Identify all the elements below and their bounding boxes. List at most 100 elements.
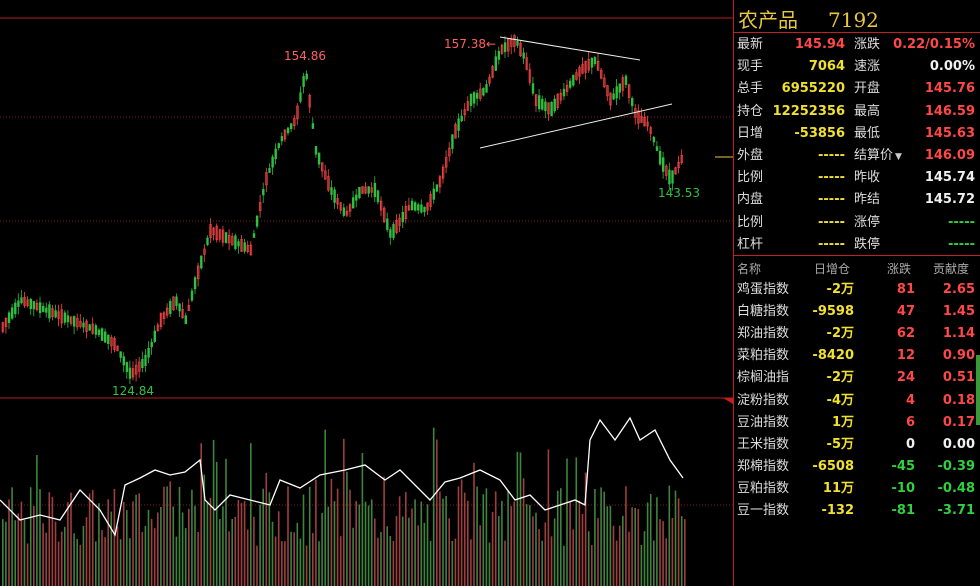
quote-value: 0.00% xyxy=(929,59,975,75)
constituent-name: 淀粉指数 xyxy=(737,392,790,408)
divider-marker xyxy=(723,398,733,404)
constituent-name: 鸡蛋指数 xyxy=(737,282,790,297)
volume-bars xyxy=(2,427,686,586)
quote-value: ----- xyxy=(948,236,975,252)
constituent-change: 6 xyxy=(905,414,915,430)
quote-label: 最低 xyxy=(854,125,881,141)
quote-right-row: 最低 145.63 xyxy=(851,123,978,145)
quote-value: ----- xyxy=(818,236,845,252)
quote-right-row: 涨停 ----- xyxy=(851,212,978,234)
constituent-change: 81 xyxy=(896,282,915,297)
quote-left-row: 比例 ----- xyxy=(734,167,850,189)
label-mid-high: 154.86 xyxy=(284,49,326,63)
list-item[interactable]: 王米指数 -5万 0 0.00 xyxy=(734,434,980,456)
constituent-change: 0 xyxy=(905,436,915,452)
quote-value: ----- xyxy=(818,214,845,230)
quote-left-row: 现手 7064 xyxy=(734,56,850,78)
quote-label: 结算价 ▼ xyxy=(854,148,902,163)
label-high: 157.38← xyxy=(444,37,496,51)
quote-value: -53856 xyxy=(794,125,845,141)
col-header-name[interactable]: 名称 xyxy=(737,260,761,277)
instrument-title: 农产品 7192 xyxy=(738,4,879,33)
constituent-oi: -132 xyxy=(821,503,854,518)
candlestick-chart[interactable]: 157.38← 154.86 124.84 143.53 xyxy=(0,0,733,586)
list-item[interactable]: 豆粕指数 11万 -10 -0.48 xyxy=(734,478,980,500)
constituent-name: 豆油指数 xyxy=(737,414,790,430)
constituent-contribution: -3.71 xyxy=(937,503,975,518)
quote-label: 跌停 xyxy=(854,236,881,252)
constituent-name: 菜粕指数 xyxy=(737,348,790,364)
quote-right-row: 涨跌 0.22/0.15% xyxy=(851,34,978,56)
quote-left-row: 日增 -53856 xyxy=(734,123,850,145)
triangle-trendlines xyxy=(479,36,673,149)
list-item[interactable]: 豆油指数 1万 6 0.17 xyxy=(734,412,980,434)
constituent-change: 4 xyxy=(905,392,915,408)
quote-value: 145.94 xyxy=(794,37,845,52)
quote-label: 速涨 xyxy=(854,59,881,75)
list-item[interactable]: 鸡蛋指数 -2万 81 2.65 xyxy=(734,279,980,301)
constituent-name: 王米指数 xyxy=(737,436,790,452)
scrollbar-thumb[interactable] xyxy=(976,355,980,425)
quote-label: 持仓 xyxy=(737,103,764,119)
quote-value: 145.74 xyxy=(924,170,975,186)
constituent-name: 棕榈油指 xyxy=(737,370,790,386)
quote-label: 现手 xyxy=(737,59,764,75)
constituent-name: 郑棉指数 xyxy=(737,458,790,474)
constituent-contribution: 0.51 xyxy=(942,370,975,386)
quote-value: ----- xyxy=(948,214,975,230)
constituent-change: 12 xyxy=(896,348,915,364)
quote-label: 日增 xyxy=(737,125,764,141)
constituent-oi: -6508 xyxy=(812,458,854,474)
open-interest-line xyxy=(0,416,684,537)
quote-value: 145.76 xyxy=(924,81,975,97)
constituent-oi: -8420 xyxy=(812,348,854,364)
quote-label: 比例 xyxy=(737,214,764,230)
list-item[interactable]: 白糖指数 -9598 47 1.45 xyxy=(734,301,980,323)
quote-label: 内盘 xyxy=(737,192,764,208)
col-header-oi[interactable]: 日增仓 xyxy=(814,260,850,277)
quote-left-row: 外盘 ----- xyxy=(734,145,850,167)
constituent-oi: -2万 xyxy=(826,282,854,297)
chevron-down-icon[interactable]: ▼ xyxy=(895,152,902,162)
constituent-oi: -4万 xyxy=(826,392,854,408)
list-item[interactable]: 棕榈油指 -2万 24 0.51 xyxy=(734,367,980,389)
list-item[interactable]: 淀粉指数 -4万 4 0.18 xyxy=(734,390,980,412)
constituent-name: 白糖指数 xyxy=(737,304,790,320)
quote-label: 比例 xyxy=(737,170,764,186)
quote-label: 涨停 xyxy=(854,214,881,230)
list-item[interactable]: 郑棉指数 -6508 -45 -0.39 xyxy=(734,456,980,478)
label-low: 124.84 xyxy=(112,384,154,398)
quote-label: 昨收 xyxy=(854,170,881,186)
list-item[interactable]: 郑油指数 -2万 62 1.14 xyxy=(734,323,980,345)
constituent-name: 豆粕指数 xyxy=(737,480,790,496)
constituent-oi: -2万 xyxy=(826,370,854,386)
quote-right-row: 昨结 145.72 xyxy=(851,189,978,211)
quote-value: ----- xyxy=(818,192,845,208)
quote-label: 最新 xyxy=(737,37,764,52)
col-header-contribution[interactable]: 贡献度 xyxy=(933,260,969,277)
quote-value: 145.63 xyxy=(924,125,975,141)
constituent-change: 24 xyxy=(896,370,915,386)
list-item[interactable]: 豆一指数 -132 -81 -3.71 xyxy=(734,500,980,522)
quote-right-row: 开盘 145.76 xyxy=(851,78,978,100)
quote-label: 最高 xyxy=(854,103,881,119)
instrument-code: 7192 xyxy=(828,8,879,32)
quote-value: ----- xyxy=(818,170,845,186)
constituent-change: 47 xyxy=(896,304,915,320)
quote-label: 杠杆 xyxy=(737,236,764,252)
constituent-oi: -5万 xyxy=(826,436,854,452)
constituent-contribution: -0.39 xyxy=(937,458,975,474)
constituent-change: -10 xyxy=(891,480,916,496)
constituent-oi: -9598 xyxy=(812,304,854,320)
col-header-change[interactable]: 涨跌 xyxy=(887,260,911,277)
divider xyxy=(734,32,980,33)
constituent-contribution: 1.14 xyxy=(942,326,975,342)
list-item[interactable]: 菜粕指数 -8420 12 0.90 xyxy=(734,345,980,367)
quote-label: 外盘 xyxy=(737,148,764,163)
quote-right-row: 速涨 0.00% xyxy=(851,56,978,78)
quote-label: 开盘 xyxy=(854,81,881,97)
quote-value: 146.59 xyxy=(924,103,975,119)
constituent-contribution: 0.17 xyxy=(942,414,975,430)
quote-left-row: 最新 145.94 xyxy=(734,34,850,56)
quote-value: 7064 xyxy=(808,59,845,75)
